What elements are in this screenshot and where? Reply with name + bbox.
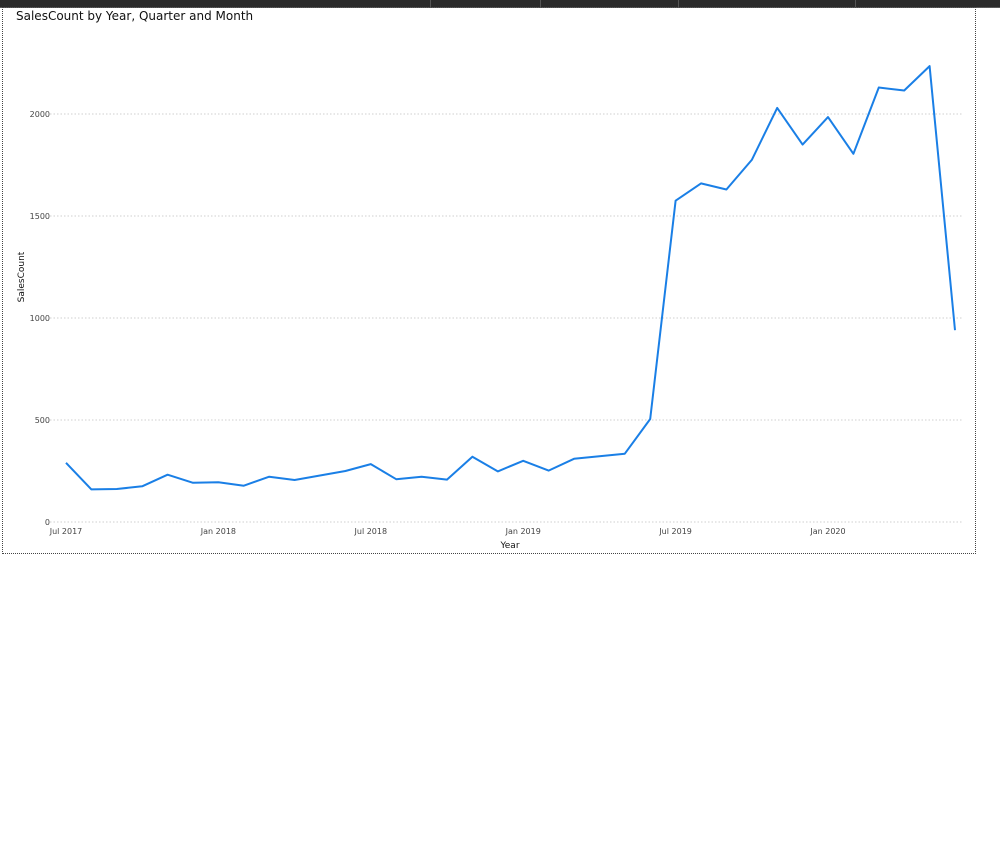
y-tick-label: 500 xyxy=(35,416,50,425)
line-chart: 0500100015002000 Jul 2017 Jan 2018 Jul 201… xyxy=(17,65,962,551)
gridlines xyxy=(50,113,962,523)
x-tick-label: Jan 2019 xyxy=(505,527,541,536)
x-tick-label: Jan 2020 xyxy=(809,527,845,536)
x-tick-label: Jan 2018 xyxy=(200,527,236,536)
x-axis-ticks: Jul 2017 Jan 2018 Jul 2018 Jan 2019 Jul 2019… xyxy=(49,527,846,536)
y-axis-title: SalesCount xyxy=(17,251,27,302)
y-tick-label: 2000 xyxy=(30,110,50,119)
x-tick-label: Jul 2019 xyxy=(658,527,692,536)
x-axis-title: Year xyxy=(499,541,519,551)
y-axis-ticks: 0 500 1000 1500 2000 xyxy=(30,110,50,527)
y-tick-label: 1000 xyxy=(30,314,50,323)
x-tick-label: Jul 2017 xyxy=(49,527,83,536)
y-tick-label: 0 xyxy=(45,518,50,527)
series-line[interactable] xyxy=(65,65,956,491)
x-tick-label: Jul 2018 xyxy=(354,527,388,536)
y-tick-label: 1500 xyxy=(30,212,50,221)
